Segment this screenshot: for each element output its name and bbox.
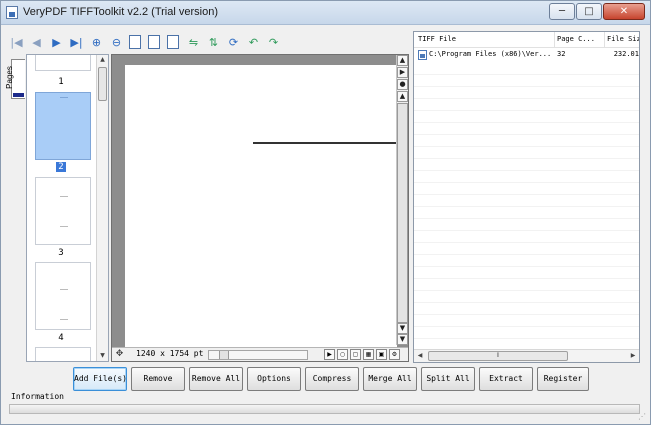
- pages-tab[interactable]: Pages: [5, 59, 25, 99]
- column-header-page-count[interactable]: Page C...: [557, 35, 603, 43]
- cell-file-size: 232.01: [613, 50, 639, 58]
- viewer-page-up-icon[interactable]: ▲: [397, 91, 408, 102]
- minimize-button[interactable]: ─: [549, 3, 575, 20]
- tiff-file-list[interactable]: TIFF File Page C... File Siz C:\Program …: [413, 31, 640, 363]
- viewer-scroll-up-icon[interactable]: ▲: [397, 55, 408, 66]
- compress-button[interactable]: Compress: [305, 367, 359, 391]
- scroll-right-icon[interactable]: ▶: [628, 351, 638, 361]
- thumbnail-number-selected: 2: [56, 162, 66, 172]
- action-buttons: Add File(s) Remove Remove All Options Co…: [73, 367, 593, 392]
- information-label: Information: [11, 392, 64, 401]
- remove-all-button[interactable]: Remove All: [189, 367, 243, 391]
- move-icon[interactable]: ✥: [114, 349, 125, 360]
- thumbnail-number: 1: [58, 77, 64, 87]
- rotate-left-icon[interactable]: ↶: [246, 35, 261, 50]
- thumbnail-page[interactable]: [35, 55, 91, 71]
- page-viewer[interactable]: ▲ ▶ ● ▲ ▼ ▼ ✥ 1240 x 1754 pt ▶ ○ ▢ ▦ ▣ ⚙: [111, 54, 409, 362]
- thumbnail-scrollbar[interactable]: ▲ ▼: [96, 55, 108, 361]
- viewer-scroll-track[interactable]: [397, 103, 408, 323]
- file-list-header: TIFF File Page C... File Siz: [414, 32, 639, 48]
- resize-grip-icon[interactable]: ⋰: [638, 412, 648, 422]
- view-single-icon[interactable]: ○: [337, 349, 348, 360]
- split-all-button[interactable]: Split All: [421, 367, 475, 391]
- viewer-horizontal-scrollbar[interactable]: [208, 350, 308, 360]
- file-list-horizontal-scrollbar[interactable]: ◀ ⦀ ▶: [414, 349, 639, 362]
- actual-size-icon[interactable]: [129, 35, 141, 49]
- scroll-thumb[interactable]: [98, 67, 107, 101]
- last-page-icon[interactable]: ▶|: [69, 35, 84, 50]
- zoom-out-icon[interactable]: ⊖: [109, 35, 124, 50]
- close-button[interactable]: ✕: [603, 3, 645, 20]
- extract-button[interactable]: Extract: [479, 367, 533, 391]
- viewer-page-down-icon[interactable]: ▼: [397, 334, 408, 345]
- thumbnail-page[interactable]: [35, 177, 91, 245]
- view-page-icon[interactable]: ▢: [350, 349, 361, 360]
- flip-vertical-icon[interactable]: ⇅: [206, 35, 221, 50]
- window-controls: ─ □ ✕: [548, 3, 645, 20]
- table-row[interactable]: C:\Program Files (x86)\Ver... 32 232.01: [414, 49, 639, 61]
- add-files-button[interactable]: Add File(s): [73, 367, 127, 391]
- viewer-scroll-down-icon[interactable]: ▼: [397, 323, 408, 334]
- document-page: [125, 65, 399, 350]
- prev-page-icon[interactable]: ◀: [29, 35, 44, 50]
- app-icon[interactable]: [6, 6, 18, 19]
- thumbnail-page[interactable]: [35, 347, 91, 361]
- viewer-bullet-icon[interactable]: ●: [397, 79, 408, 90]
- viewer-status-bar: ✥ 1240 x 1754 pt ▶ ○ ▢ ▦ ▣ ⚙: [112, 347, 408, 361]
- scroll-left-icon[interactable]: ◀: [415, 351, 425, 361]
- maximize-button[interactable]: □: [576, 3, 602, 20]
- window-title: VeryPDF TIFFToolkit v2.2 (Trial version): [23, 6, 218, 18]
- scroll-down-icon[interactable]: ▼: [97, 351, 108, 361]
- rotate-icon[interactable]: ⟳: [226, 35, 241, 50]
- column-header-file-size[interactable]: File Siz: [607, 35, 639, 43]
- view-grid-icon[interactable]: ▦: [363, 349, 374, 360]
- fit-width-icon[interactable]: [167, 35, 179, 49]
- cell-page-count: 32: [557, 50, 566, 58]
- thumbnail-page-selected[interactable]: [35, 92, 91, 160]
- flip-horizontal-icon[interactable]: ⇋: [186, 35, 201, 50]
- cell-file-path: C:\Program Files (x86)\Ver...: [429, 50, 552, 58]
- view-zoom-icon[interactable]: ▣: [376, 349, 387, 360]
- thumbnail-number: 4: [58, 333, 64, 343]
- viewer-page-next-icon[interactable]: ▶: [397, 67, 408, 78]
- information-bar: [9, 404, 640, 414]
- thumbnail-panel[interactable]: 1 2 3 4 ▲ ▼: [26, 54, 109, 362]
- fit-page-icon[interactable]: [148, 35, 160, 49]
- column-header-tiff-file[interactable]: TIFF File: [418, 35, 552, 43]
- app-window: VeryPDF TIFFToolkit v2.2 (Trial version)…: [0, 0, 651, 425]
- remove-button[interactable]: Remove: [131, 367, 185, 391]
- toolbar: |◀ ◀ ▶ ▶| ⊕ ⊖ ⇋ ⇅ ⟳ ↶ ↷: [9, 33, 286, 51]
- scroll-thumb[interactable]: [219, 351, 229, 359]
- viewer-vertical-scrollbar[interactable]: ▲ ▶ ● ▲ ▼ ▼: [396, 55, 408, 345]
- view-arrow-icon[interactable]: ▶: [324, 349, 335, 360]
- scroll-thumb[interactable]: ⦀: [428, 351, 568, 361]
- title-bar[interactable]: VeryPDF TIFFToolkit v2.2 (Trial version)…: [1, 1, 650, 25]
- thumbnail-page[interactable]: [35, 262, 91, 330]
- document-line: [253, 142, 399, 144]
- options-button[interactable]: Options: [247, 367, 301, 391]
- scroll-up-icon[interactable]: ▲: [97, 55, 108, 65]
- register-button[interactable]: Register: [537, 367, 589, 391]
- rotate-right-icon[interactable]: ↷: [266, 35, 281, 50]
- zoom-in-icon[interactable]: ⊕: [89, 35, 104, 50]
- first-page-icon[interactable]: |◀: [9, 35, 24, 50]
- view-settings-icon[interactable]: ⚙: [389, 349, 400, 360]
- view-mode-icons: ▶ ○ ▢ ▦ ▣ ⚙: [324, 349, 402, 360]
- thumbnail-number: 3: [58, 248, 64, 258]
- tiff-file-icon: [418, 50, 427, 60]
- page-size-label: 1240 x 1754 pt: [136, 349, 204, 358]
- merge-all-button[interactable]: Merge All: [363, 367, 417, 391]
- next-page-icon[interactable]: ▶: [49, 35, 64, 50]
- pages-tab-label: Pages: [4, 66, 14, 89]
